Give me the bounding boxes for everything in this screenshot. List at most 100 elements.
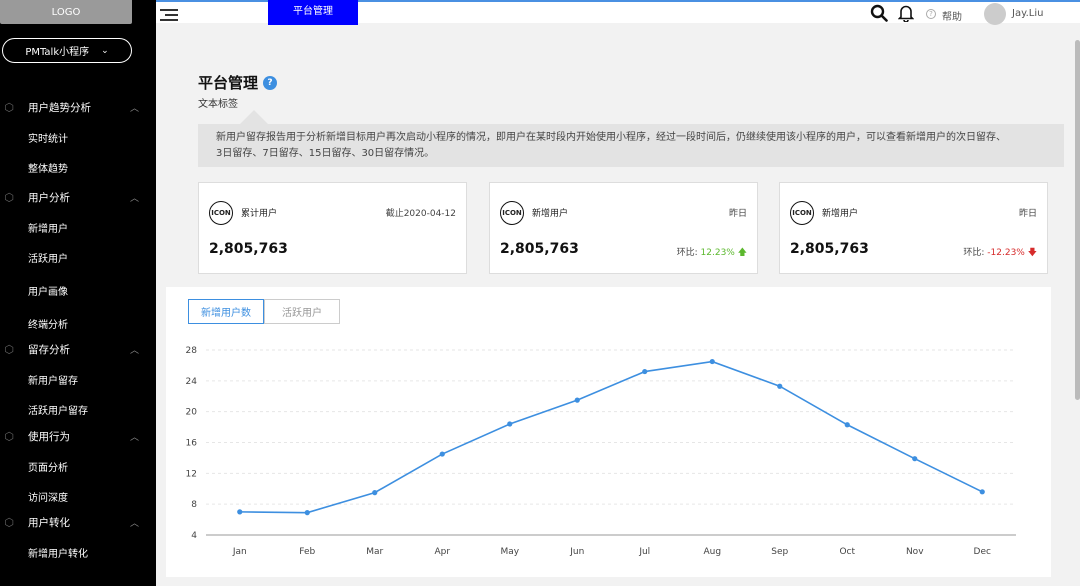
page-scrollbar[interactable] [1075,40,1080,400]
help-link[interactable]: 帮助 [942,8,962,23]
sidebar-group-conversion[interactable]: ⬡ 用户转化 ︿ [0,510,156,534]
sidebar-item-label: 新用户留存 [28,375,78,387]
arrow-up-icon: 🡅 [737,248,747,258]
x-tick-label: May [500,547,519,557]
sidebar-group-behavior[interactable]: ⬡ 使用行为 ︿ [0,424,156,448]
ratio-value: 12.23% [700,248,735,258]
sidebar-group-label: 用户趋势分析 [28,101,91,114]
sidebar-item-terminal[interactable]: 终端分析 [0,311,156,335]
sidebar-item-realtime[interactable]: 实时统计 [0,125,156,149]
tab-platform-management[interactable]: 平台管理 [268,0,358,25]
stat-ratio: 环比: 12.23% 🡅 [677,245,747,261]
ratio-value: -12.23% [987,248,1025,258]
sidebar-item-active-users[interactable]: 活跃用户 [0,245,156,269]
y-tick-label: 28 [186,346,198,356]
sidebar-group-label: 用户分析 [28,191,70,204]
stat-value: 2,805,763 [500,241,579,257]
help-icon[interactable]: ? [263,76,277,90]
menu-collapse-icon[interactable] [160,9,178,23]
cube-icon: ⬡ [4,342,14,356]
description-text: 3日留存、7日留存、15日留存、30日留存情况。 [216,148,435,159]
data-point [709,358,715,365]
data-point [507,421,513,427]
help-icon[interactable]: ? [926,9,936,19]
x-tick-label: Feb [299,547,315,557]
data-point [844,422,850,428]
stat-card-new-users-2: ICON 新增用户 昨日 2,805,763 环比: -12.23% 🡇 [779,182,1048,274]
user-name[interactable]: Jay.Liu [1012,8,1043,19]
stat-value: 2,805,763 [790,241,869,257]
chevron-down-icon: ⌄ [101,45,109,56]
app-selector[interactable]: PMTalk小程序 ⌄ [2,38,132,63]
stat-date: 截止2020-04-12 [385,209,456,219]
data-point [237,509,243,515]
x-tick-label: Jun [569,547,584,557]
data-point [912,456,918,462]
x-tick-label: Mar [366,547,383,557]
tooltip-arrow [240,110,268,124]
cube-icon: ⬡ [4,429,14,443]
data-point [372,490,378,496]
y-tick-label: 4 [191,531,197,541]
page-subtitle: 文本标签 [198,99,238,110]
x-tick-label: Aug [703,547,721,557]
page-title: 平台管理 [198,74,259,92]
sidebar-item-page-analysis[interactable]: 页面分析 [0,454,156,478]
sidebar-item-label: 整体趋势 [28,163,68,175]
y-tick-label: 20 [186,408,198,418]
search-icon[interactable] [870,4,888,22]
app-selector-label: PMTalk小程序 [25,47,90,58]
stat-value: 2,805,763 [209,241,288,257]
sidebar-item-visit-depth[interactable]: 访问深度 [0,484,156,508]
y-tick-label: 12 [186,469,197,479]
chevron-up-icon: ︿ [130,432,140,443]
sidebar-item-overall-trend[interactable]: 整体趋势 [0,155,156,179]
data-point [439,451,445,457]
stat-label: 累计用户 [241,209,278,219]
chevron-up-icon: ︿ [130,103,140,114]
y-tick-label: 24 [186,377,198,387]
x-tick-label: Apr [434,547,450,557]
sidebar-item-label: 终端分析 [28,319,68,331]
sidebar-group-label: 用户转化 [28,516,70,529]
data-point [574,397,580,403]
header-actions: ? 帮助 Jay.Liu [850,2,1080,25]
sidebar-group-user-analysis[interactable]: ⬡ 用户分析 ︿ [0,185,156,209]
sidebar-group-retention[interactable]: ⬡ 留存分析 ︿ [0,337,156,361]
x-tick-label: Dec [974,547,991,557]
chevron-up-icon: ︿ [130,193,140,204]
avatar[interactable] [984,3,1006,25]
data-point [777,383,783,389]
sidebar-item-label: 用户画像 [28,286,68,298]
stat-date: 昨日 [1018,209,1037,219]
ratio-label: 环比: [963,248,985,258]
description-box: 新用户留存报告用于分析新增目标用户再次启动小程序的情况，即用户在某时段内开始使用… [198,124,1064,167]
sidebar-item-active-user-retention[interactable]: 活跃用户留存 [0,397,156,421]
sidebar-item-label: 新增用户 [28,223,68,235]
x-tick-label: Jan [232,547,247,557]
sidebar-item-new-users[interactable]: 新增用户 [0,215,156,239]
y-tick-label: 16 [186,439,198,449]
bell-icon[interactable] [898,4,914,22]
stat-ratio: 环比: -12.23% 🡇 [963,245,1037,261]
x-tick-label: Jul [638,547,650,557]
placeholder-icon: ICON [790,201,814,225]
description-text: 新用户留存报告用于分析新增目标用户再次启动小程序的情况，即用户在某时段内开始使用… [216,132,1006,143]
y-tick-label: 8 [191,500,197,510]
x-tick-label: Oct [839,547,855,557]
sidebar-item-label: 新增用户转化 [28,548,88,560]
sidebar: LOGO PMTalk小程序 ⌄ ⬡ 用户趋势分析 ︿ 实时统计 整体趋势 ⬡ … [0,0,156,586]
sidebar-item-label: 实时统计 [28,133,68,145]
sidebar-item-new-user-retention[interactable]: 新用户留存 [0,367,156,391]
sidebar-group-label: 留存分析 [28,343,70,356]
stat-label: 新增用户 [822,209,859,219]
sidebar-item-new-user-conversion[interactable]: 新增用户转化 [0,540,156,564]
sidebar-group-user-trend[interactable]: ⬡ 用户趋势分析 ︿ [0,95,156,119]
sidebar-item-label: 活跃用户 [28,253,68,265]
sidebar-group-label: 使用行为 [28,430,70,443]
placeholder-icon: ICON [500,201,524,225]
x-tick-label: Sep [771,547,788,557]
placeholder-icon: ICON [209,201,233,225]
sidebar-item-user-profile[interactable]: 用户画像 [0,278,156,302]
stat-label: 新增用户 [532,209,569,219]
